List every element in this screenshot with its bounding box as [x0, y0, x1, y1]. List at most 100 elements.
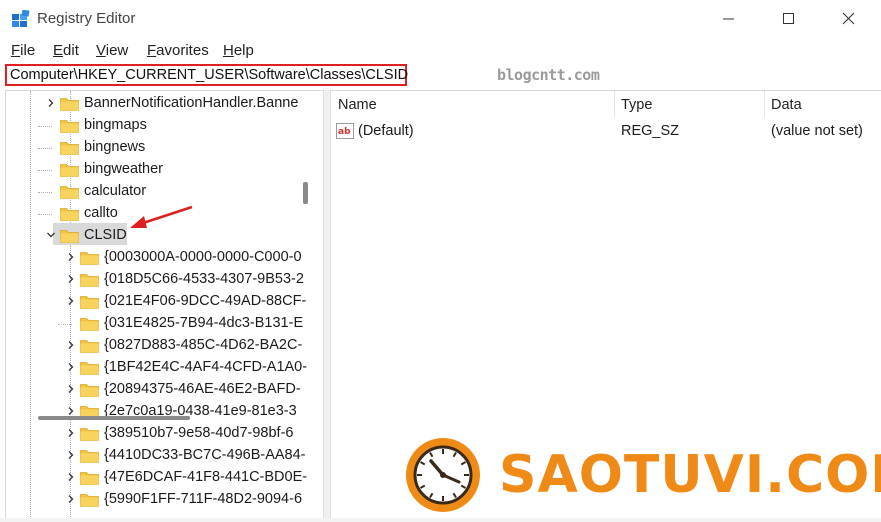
close-icon	[842, 12, 855, 25]
tree-item-label: {0827D883-485C-4D62-BA2C-	[104, 337, 303, 353]
chevron-right-icon[interactable]	[66, 428, 76, 438]
column-header-data[interactable]: Data	[771, 97, 802, 113]
key-tree-pane[interactable]: BannerNotificationHandler.Banne bingmaps b…	[5, 90, 324, 519]
tree-item-label: {389510b7-9e58-40d7-98bf-6	[104, 425, 294, 441]
tree-item[interactable]: {018D5C66-4533-4307-9B53-2	[6, 269, 324, 291]
minimize-button[interactable]	[708, 6, 748, 32]
chevron-right-icon[interactable]	[46, 98, 56, 108]
tree-item-label: {47E6DCAF-41F8-441C-BD0E-	[104, 469, 308, 485]
tree-item[interactable]: {031E4825-7B94-4dc3-B131-E	[6, 313, 324, 335]
tree-item-label: {018D5C66-4533-4307-9B53-2	[104, 271, 304, 287]
tree-item[interactable]: bingnews	[6, 137, 324, 159]
folder-icon	[80, 252, 99, 265]
tree-guide	[38, 126, 52, 127]
value-row[interactable]: ab (Default) REG_SZ (value not set)	[330, 121, 881, 143]
column-separator[interactable]	[764, 91, 765, 117]
menu-help[interactable]: Help	[223, 42, 254, 59]
tree-item[interactable]: {5990F1FF-711F-48D2-9094-6	[6, 489, 324, 511]
chevron-right-icon[interactable]	[66, 384, 76, 394]
tree-item[interactable]: {389510b7-9e58-40d7-98bf-6	[6, 423, 324, 445]
folder-icon	[60, 142, 79, 155]
chevron-right-icon[interactable]	[66, 406, 76, 416]
tree-item-label: bingweather	[84, 161, 163, 177]
tree-item-label: bingnews	[84, 139, 146, 155]
folder-icon	[80, 340, 99, 353]
tree-item-label: {021E4F06-9DCC-49AD-88CF-	[104, 293, 307, 309]
value-name: (Default)	[358, 123, 414, 139]
tree-item[interactable]: {021E4F06-9DCC-49AD-88CF-	[6, 291, 324, 313]
tree-item[interactable]: {47E6DCAF-41F8-441C-BD0E-	[6, 467, 324, 489]
folder-icon	[80, 296, 99, 309]
chevron-right-icon[interactable]	[66, 340, 76, 350]
chevron-right-icon[interactable]	[66, 296, 76, 306]
tree-item-label: bingmaps	[84, 117, 147, 133]
folder-icon	[80, 362, 99, 375]
folder-icon	[80, 472, 99, 485]
value-type: REG_SZ	[621, 123, 680, 139]
menu-view[interactable]: View	[96, 42, 128, 59]
column-header-type[interactable]: Type	[621, 97, 652, 113]
title-bar: Registry Editor	[0, 0, 881, 38]
tree-guide	[38, 192, 52, 193]
menu-file[interactable]: File	[11, 42, 35, 59]
chevron-right-icon[interactable]	[66, 252, 76, 262]
tree-item-label: callto	[84, 205, 118, 221]
chevron-right-icon[interactable]	[66, 494, 76, 504]
tree-item[interactable]: bingmaps	[6, 115, 324, 137]
menu-edit[interactable]: Edit	[53, 42, 79, 59]
value-data: (value not set)	[771, 123, 863, 139]
tree-item[interactable]: {20894375-46AE-46E2-BAFD-	[6, 379, 324, 401]
tree-item[interactable]: bingweather	[6, 159, 324, 181]
clock-icon	[406, 438, 480, 512]
folder-icon	[80, 318, 99, 331]
tree-guide	[38, 148, 52, 149]
folder-icon	[60, 164, 79, 177]
tree-item-label: {4410DC33-BC7C-496B-AA84-	[104, 447, 306, 463]
window-title: Registry Editor	[37, 10, 136, 27]
folder-icon	[80, 494, 99, 507]
tree-item-label: {0003000A-0000-0000-C000-0	[104, 249, 302, 265]
chevron-right-icon[interactable]	[66, 274, 76, 284]
tree-item-label: {031E4825-7B94-4dc3-B131-E	[104, 315, 304, 331]
column-header-name[interactable]: Name	[338, 97, 377, 113]
maximize-icon	[783, 13, 794, 24]
minimize-icon	[723, 18, 734, 20]
folder-icon	[60, 186, 79, 199]
tree-item[interactable]: BannerNotificationHandler.Banne	[6, 93, 324, 115]
column-separator[interactable]	[614, 91, 615, 117]
tree-horizontal-scrollbar[interactable]	[38, 416, 190, 420]
menu-favorites[interactable]: Favorites	[147, 42, 209, 59]
address-path[interactable]: Computer\HKEY_CURRENT_USER\Software\Clas…	[10, 67, 408, 83]
brand-watermark: SAOTUVI.COM	[391, 432, 881, 522]
brand-text: SAOTUVI.COM	[499, 445, 881, 505]
chevron-down-icon[interactable]	[46, 230, 56, 240]
folder-icon	[60, 230, 79, 243]
svg-text:ab: ab	[338, 127, 351, 137]
tree-guide	[38, 214, 52, 215]
tree-item[interactable]: {0003000A-0000-0000-C000-0	[6, 247, 324, 269]
tree-vertical-scrollbar[interactable]	[303, 182, 308, 204]
chevron-right-icon[interactable]	[66, 472, 76, 482]
annotation-arrow-icon	[130, 205, 193, 228]
chevron-right-icon[interactable]	[66, 450, 76, 460]
chevron-right-icon[interactable]	[66, 362, 76, 372]
tree-item-label: BannerNotificationHandler.Banne	[84, 95, 299, 111]
tree-item-label: {1BF42E4C-4AF4-4CFD-A1A0-	[104, 359, 308, 375]
tree-item[interactable]: {1BF42E4C-4AF4-4CFD-A1A0-	[6, 357, 324, 379]
watermark-blogcntt: blogcntt.com	[497, 66, 600, 84]
tree-item-label: {5990F1FF-711F-48D2-9094-6	[104, 491, 303, 507]
tree-guide	[38, 170, 52, 171]
menu-bar: File Edit View Favorites Help	[0, 38, 881, 64]
maximize-button[interactable]	[768, 6, 808, 32]
close-button[interactable]	[828, 6, 868, 32]
reg-string-icon: ab	[336, 123, 354, 139]
folder-icon	[80, 274, 99, 287]
tree-item[interactable]: {0827D883-485C-4D62-BA2C-	[6, 335, 324, 357]
tree-item[interactable]: calculator	[6, 181, 324, 203]
tree-item[interactable]: {4410DC33-BC7C-496B-AA84-	[6, 445, 324, 467]
folder-icon	[80, 384, 99, 397]
tree-guide	[58, 324, 72, 325]
folder-icon	[60, 208, 79, 221]
tree-item-label: calculator	[84, 183, 147, 199]
folder-icon	[80, 450, 99, 463]
